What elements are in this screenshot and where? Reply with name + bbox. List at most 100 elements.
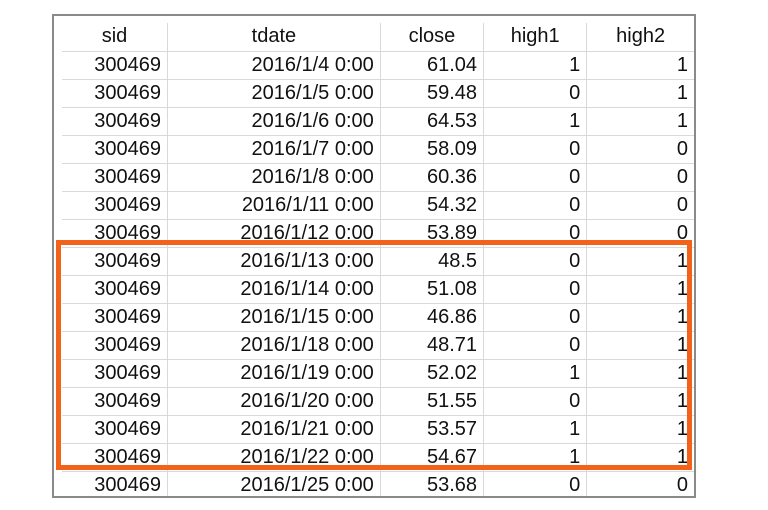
cell-high2[interactable]: 1 [586, 79, 694, 108]
cell-close[interactable]: 46.86 [380, 303, 485, 332]
cell-high2[interactable]: 0 [586, 191, 694, 220]
cell-sid[interactable]: 300469 [62, 51, 169, 80]
cell-sid[interactable]: 300469 [62, 247, 169, 276]
cell-close[interactable]: 58.09 [380, 135, 485, 164]
cell-tdate[interactable]: 2016/1/22 0:00 [167, 443, 381, 472]
cell-high1[interactable]: 0 [483, 275, 588, 304]
cell-high1[interactable]: 0 [483, 471, 588, 496]
cell-high2[interactable]: 1 [586, 387, 694, 416]
cell-high1[interactable]: 1 [483, 415, 588, 444]
table-row: 300469 2016/1/5 0:00 59.48 0 1 [62, 79, 694, 108]
cell-sid[interactable]: 300469 [62, 135, 169, 164]
cell-high1[interactable]: 1 [483, 359, 588, 388]
cell-tdate[interactable]: 2016/1/13 0:00 [167, 247, 381, 276]
table-row: 300469 2016/1/6 0:00 64.53 1 1 [62, 107, 694, 136]
cell-close[interactable]: 59.48 [380, 79, 485, 108]
cell-close[interactable]: 52.02 [380, 359, 485, 388]
cell-close[interactable]: 61.04 [380, 51, 485, 80]
cell-tdate[interactable]: 2016/1/12 0:00 [167, 219, 381, 248]
cell-sid[interactable]: 300469 [62, 107, 169, 136]
cell-close[interactable]: 53.89 [380, 219, 485, 248]
cell-close[interactable]: 60.36 [380, 163, 485, 192]
table-row: 300469 2016/1/13 0:00 48.5 0 1 [62, 247, 694, 276]
cell-tdate[interactable]: 2016/1/21 0:00 [167, 415, 381, 444]
cell-tdate[interactable]: 2016/1/20 0:00 [167, 387, 381, 416]
cell-high1[interactable]: 0 [483, 191, 588, 220]
cell-high1[interactable]: 0 [483, 163, 588, 192]
cell-close[interactable]: 64.53 [380, 107, 485, 136]
cell-tdate[interactable]: 2016/1/8 0:00 [167, 163, 381, 192]
cell-tdate[interactable]: 2016/1/14 0:00 [167, 275, 381, 304]
cell-high2[interactable]: 0 [586, 163, 694, 192]
cell-high2[interactable]: 1 [586, 275, 694, 304]
cell-tdate[interactable]: 2016/1/18 0:00 [167, 331, 381, 360]
cell-high2[interactable]: 1 [586, 51, 694, 80]
cell-tdate[interactable]: 2016/1/25 0:00 [167, 471, 381, 496]
cell-sid[interactable]: 300469 [62, 219, 169, 248]
cell-close[interactable]: 54.67 [380, 443, 485, 472]
cell-tdate[interactable]: 2016/1/7 0:00 [167, 135, 381, 164]
column-header-tdate[interactable]: tdate [167, 23, 381, 52]
cell-high2[interactable]: 0 [586, 471, 694, 496]
table-row: 300469 2016/1/4 0:00 61.04 1 1 [62, 51, 694, 80]
header-row: sid tdate close high1 high2 [62, 23, 694, 52]
cell-tdate[interactable]: 2016/1/6 0:00 [167, 107, 381, 136]
cell-tdate[interactable]: 2016/1/15 0:00 [167, 303, 381, 332]
table-row: 300469 2016/1/25 0:00 53.68 0 0 [62, 471, 694, 496]
cell-sid[interactable]: 300469 [62, 79, 169, 108]
cell-high1[interactable]: 1 [483, 443, 588, 472]
table-row: 300469 2016/1/21 0:00 53.57 1 1 [62, 415, 694, 444]
column-header-close[interactable]: close [380, 23, 485, 52]
cell-high1[interactable]: 0 [483, 303, 588, 332]
cell-tdate[interactable]: 2016/1/4 0:00 [167, 51, 381, 80]
cell-high1[interactable]: 1 [483, 51, 588, 80]
table-row: 300469 2016/1/7 0:00 58.09 0 0 [62, 135, 694, 164]
cell-high2[interactable]: 0 [586, 219, 694, 248]
cell-close[interactable]: 53.68 [380, 471, 485, 496]
cell-tdate[interactable]: 2016/1/11 0:00 [167, 191, 381, 220]
cell-high1[interactable]: 0 [483, 219, 588, 248]
column-header-sid[interactable]: sid [62, 23, 169, 52]
column-header-high2[interactable]: high2 [586, 23, 694, 52]
cell-high1[interactable]: 0 [483, 247, 588, 276]
cell-high1[interactable]: 0 [483, 135, 588, 164]
cell-sid[interactable]: 300469 [62, 303, 169, 332]
cell-sid[interactable]: 300469 [62, 331, 169, 360]
cell-high2[interactable]: 1 [586, 247, 694, 276]
cell-high2[interactable]: 0 [586, 135, 694, 164]
table-row: 300469 2016/1/14 0:00 51.08 0 1 [62, 275, 694, 304]
cell-sid[interactable]: 300469 [62, 359, 169, 388]
cell-close[interactable]: 48.71 [380, 331, 485, 360]
cell-high2[interactable]: 1 [586, 303, 694, 332]
table-row: 300469 2016/1/8 0:00 60.36 0 0 [62, 163, 694, 192]
cell-high2[interactable]: 1 [586, 331, 694, 360]
cell-high2[interactable]: 1 [586, 107, 694, 136]
data-table: sid tdate close high1 high2 300469 2016/1… [62, 23, 694, 496]
cell-high1[interactable]: 0 [483, 79, 588, 108]
column-header-high1[interactable]: high1 [483, 23, 588, 52]
table-row: 300469 2016/1/15 0:00 46.86 0 1 [62, 303, 694, 332]
cell-close[interactable]: 51.55 [380, 387, 485, 416]
cell-close[interactable]: 48.5 [380, 247, 485, 276]
cell-close[interactable]: 54.32 [380, 191, 485, 220]
cell-tdate[interactable]: 2016/1/5 0:00 [167, 79, 381, 108]
cell-high1[interactable]: 0 [483, 331, 588, 360]
cell-sid[interactable]: 300469 [62, 275, 169, 304]
cell-high2[interactable]: 1 [586, 359, 694, 388]
cell-sid[interactable]: 300469 [62, 191, 169, 220]
cell-sid[interactable]: 300469 [62, 471, 169, 496]
cell-close[interactable]: 51.08 [380, 275, 485, 304]
spreadsheet-panel: sid tdate close high1 high2 300469 2016/1… [52, 14, 696, 498]
cell-close[interactable]: 53.57 [380, 415, 485, 444]
table-row: 300469 2016/1/19 0:00 52.02 1 1 [62, 359, 694, 388]
table-row: 300469 2016/1/22 0:00 54.67 1 1 [62, 443, 694, 472]
cell-tdate[interactable]: 2016/1/19 0:00 [167, 359, 381, 388]
cell-high1[interactable]: 1 [483, 107, 588, 136]
cell-sid[interactable]: 300469 [62, 163, 169, 192]
cell-high2[interactable]: 1 [586, 415, 694, 444]
cell-high2[interactable]: 1 [586, 443, 694, 472]
cell-sid[interactable]: 300469 [62, 443, 169, 472]
cell-sid[interactable]: 300469 [62, 415, 169, 444]
cell-sid[interactable]: 300469 [62, 387, 169, 416]
cell-high1[interactable]: 0 [483, 387, 588, 416]
